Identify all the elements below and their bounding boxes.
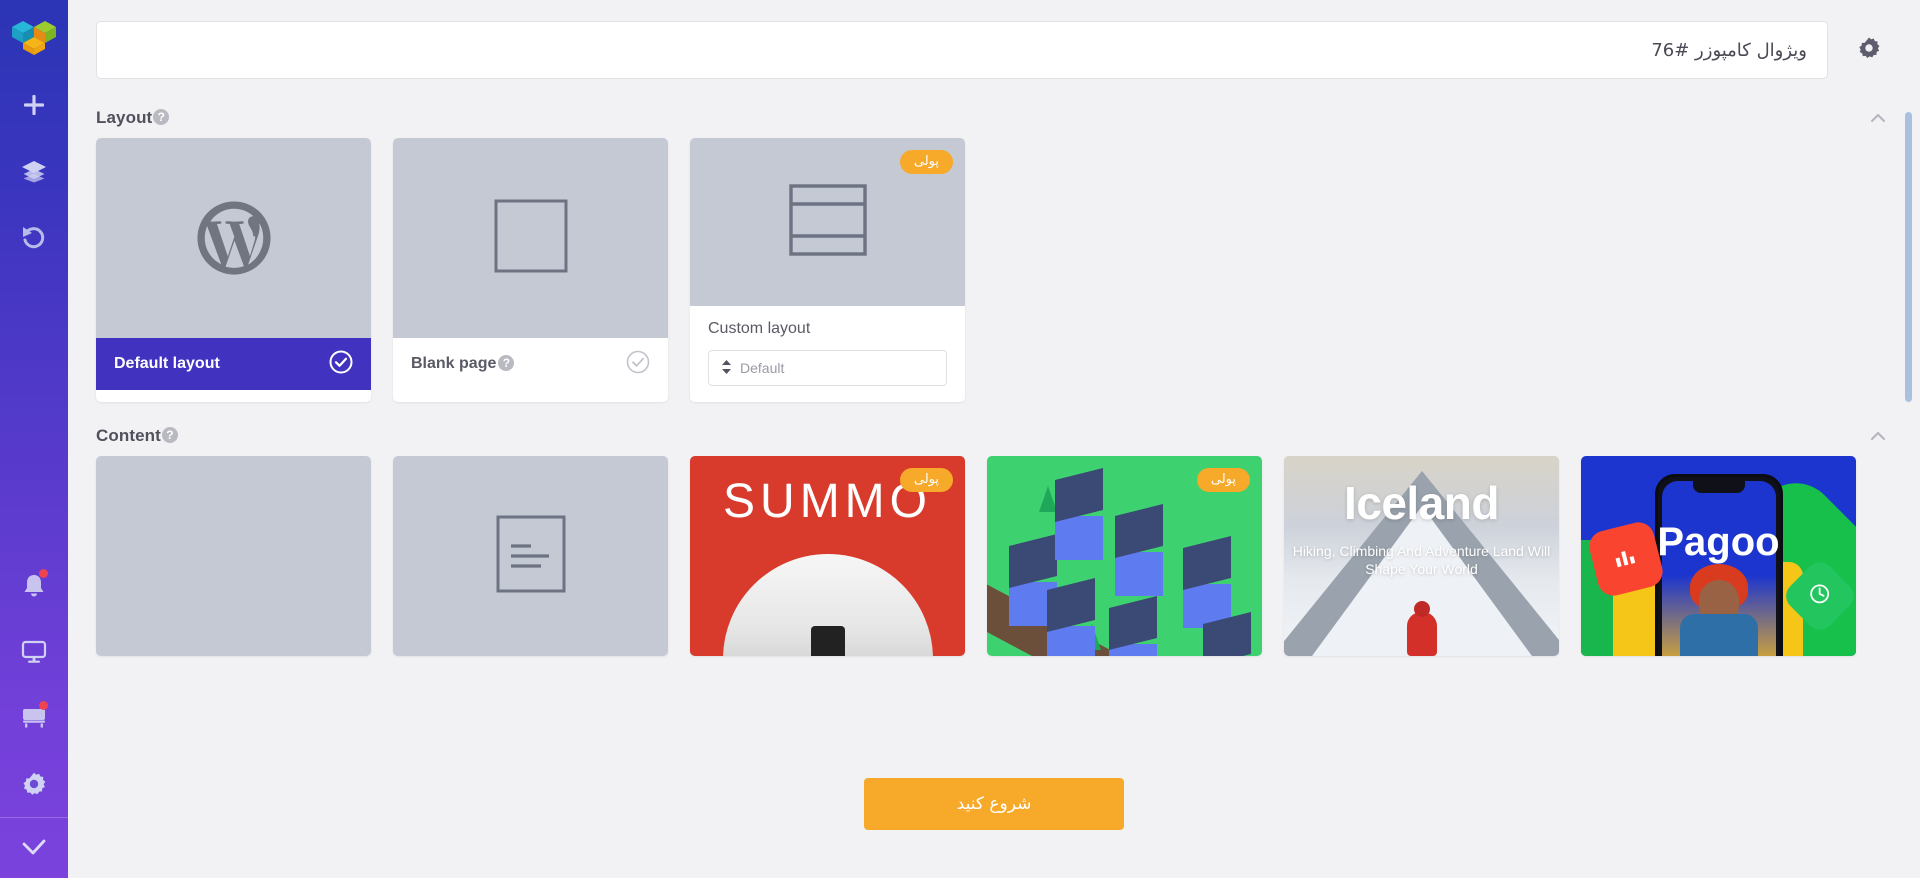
bottom-action-bar: شروع کنید <box>68 730 1920 878</box>
content-card-text-block[interactable] <box>393 456 668 656</box>
content-card-summo-paid-badge: پولی <box>899 468 953 492</box>
start-button[interactable]: شروع کنید <box>864 778 1124 830</box>
house-shape <box>1109 596 1157 656</box>
layout-card-default-label: Default layout <box>114 355 220 372</box>
top-bar <box>68 0 1920 100</box>
layout-help-icon[interactable]: ? <box>153 109 170 125</box>
updown-arrows-icon <box>721 359 732 378</box>
page-title-input[interactable] <box>96 21 1828 79</box>
layout-thumb-blank <box>393 138 668 338</box>
app-root: Layout ? <box>0 0 1920 878</box>
notifications-badge-dot <box>39 569 48 578</box>
content-card-houses[interactable]: پولی <box>987 456 1262 656</box>
helmet-vent <box>810 626 845 656</box>
layers-icon <box>21 159 47 183</box>
empty-square-icon <box>492 197 570 280</box>
iceland-title: Iceland <box>1343 477 1500 529</box>
content-card-houses-paid-badge: پولی <box>1196 468 1250 492</box>
plus-icon <box>21 92 47 118</box>
vertical-scrollbar[interactable] <box>1905 112 1912 402</box>
house-shape <box>1203 612 1251 656</box>
hub-icon <box>20 707 48 729</box>
check-icon <box>20 837 48 859</box>
layout-card-blank[interactable]: Blank page ? <box>393 138 668 402</box>
woman-illustration <box>1673 564 1765 656</box>
layout-card-custom-label: Custom layout <box>708 320 811 337</box>
monitor-icon <box>21 640 47 664</box>
content-section-title: Content <box>96 426 161 445</box>
layout-custom-select[interactable]: Default <box>708 350 947 386</box>
layout-card-default-footer: Default layout <box>96 338 371 390</box>
left-sidebar <box>0 0 68 878</box>
gear-icon <box>21 771 47 797</box>
sidebar-item-preview[interactable] <box>0 619 68 685</box>
layout-card-blank-label: Blank page ? <box>411 355 515 373</box>
sidebar-item-hub[interactable] <box>0 685 68 751</box>
sidebar-item-notifications[interactable] <box>0 553 68 619</box>
sidebar-item-layers[interactable] <box>0 138 68 204</box>
content-card-summo[interactable]: پولی SUMMO <box>690 456 965 656</box>
sidebar-item-settings[interactable] <box>0 751 68 817</box>
layout-card-default-check-icon[interactable] <box>329 350 353 379</box>
house-shape <box>1183 536 1231 628</box>
content-card-blank[interactable] <box>96 456 371 656</box>
document-lines-icon <box>495 514 567 599</box>
header-body-footer-icon <box>788 183 868 262</box>
sidebar-item-undo[interactable] <box>0 204 68 270</box>
sections-scroll-area[interactable]: Layout ? Default layout Blank page ? پول… <box>68 100 1920 730</box>
content-section-header: Content ? <box>96 418 1892 456</box>
content-card-iceland[interactable]: Iceland Hiking, Climbing And Adventure L… <box>1284 456 1559 656</box>
layout-card-blank-footer: Blank page ? <box>393 338 668 390</box>
layout-card-blank-check-icon[interactable] <box>626 350 650 379</box>
content-card-pagoo[interactable]: Pagoo <box>1581 456 1856 656</box>
undo-icon <box>21 224 47 250</box>
pagoo-phone-thumb: Pagoo <box>1581 456 1856 656</box>
layout-card-custom-paid-badge: پولی <box>899 150 953 174</box>
wordpress-logo <box>196 201 271 275</box>
sidebar-item-add[interactable] <box>0 72 68 138</box>
clock-icon <box>1809 583 1831 610</box>
layout-thumb-wordpress <box>96 138 371 338</box>
layout-collapse-chevron-up-icon[interactable] <box>1870 110 1886 128</box>
app-logo[interactable] <box>10 14 58 58</box>
layout-card-custom[interactable]: پولی Custom layout Default <box>690 138 965 402</box>
hub-badge-dot <box>39 701 48 710</box>
layout-section-title: Layout <box>96 108 153 127</box>
layout-card-custom-body: Custom layout Default <box>690 306 965 402</box>
house-shape <box>1047 578 1095 656</box>
iceland-mountain-thumb: Iceland Hiking, Climbing And Adventure L… <box>1284 456 1559 656</box>
content-collapse-chevron-up-icon[interactable] <box>1870 428 1886 446</box>
settings-button[interactable] <box>1840 21 1898 79</box>
blank-page-help-icon[interactable]: ? <box>498 355 515 371</box>
helmet-shape <box>722 554 933 656</box>
house-shape <box>1115 504 1163 596</box>
main-panel: Layout ? <box>68 0 1920 878</box>
content-help-icon[interactable]: ? <box>161 427 178 443</box>
layout-card-blank-text: Blank page <box>411 355 497 372</box>
house-shape <box>1055 468 1103 560</box>
sidebar-item-apply[interactable] <box>0 818 68 878</box>
layout-custom-select-value: Default <box>740 360 785 376</box>
layout-card-default[interactable]: Default layout <box>96 138 371 402</box>
hiker-shape <box>1406 601 1437 656</box>
bar-chart-icon <box>1610 543 1642 575</box>
gear-icon <box>1857 36 1881 65</box>
layout-section-header: Layout ? <box>96 100 1892 138</box>
content-card-row: پولی SUMMO پولی Iceland Hiking, Climbing… <box>96 456 1892 656</box>
layout-card-row: Default layout Blank page ? پولی Custom … <box>96 138 1892 402</box>
iceland-subtitle: Hiking, Climbing And Adventure Land Will… <box>1292 543 1551 577</box>
